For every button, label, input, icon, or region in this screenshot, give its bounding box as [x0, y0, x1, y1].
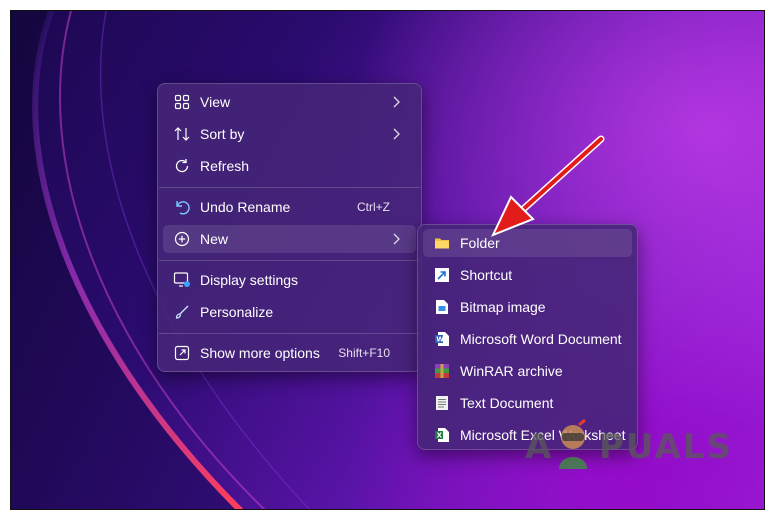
menu-item-label: New [200, 231, 229, 247]
menu-item-sort-by[interactable]: Sort by [163, 120, 416, 148]
shortcut-hint: Ctrl+Z [357, 200, 390, 214]
mascot-icon [559, 419, 587, 469]
shortcut-hint: Shift+F10 [338, 346, 390, 360]
menu-item-display-settings[interactable]: Display settings [163, 266, 416, 294]
submenu-item-word-document[interactable]: W Microsoft Word Document [423, 325, 632, 353]
menu-item-label: View [200, 94, 231, 110]
brush-icon [173, 303, 191, 321]
desktop-context-menu: View Sort by Refresh Undo Rename Ctrl+Z [157, 83, 422, 372]
menu-item-label: Personalize [200, 304, 274, 320]
winrar-icon [433, 362, 451, 380]
menu-item-label: Undo Rename [200, 199, 291, 215]
svg-text:X: X [437, 432, 443, 440]
shortcut-icon [433, 266, 451, 284]
menu-item-new[interactable]: New [163, 225, 416, 253]
watermark-text: PUALS [599, 427, 733, 467]
chevron-right-icon [393, 96, 400, 108]
bitmap-icon [433, 298, 451, 316]
menu-item-label: Show more options [200, 345, 320, 361]
menu-item-label: Refresh [200, 158, 250, 174]
word-icon: W [433, 330, 451, 348]
svg-text:W: W [436, 336, 444, 344]
submenu-item-label: WinRAR archive [460, 363, 563, 379]
view-grid-icon [173, 93, 191, 111]
submenu-item-shortcut[interactable]: Shortcut [423, 261, 632, 289]
refresh-icon [173, 157, 191, 175]
menu-item-show-more-options[interactable]: Show more options Shift+F10 [163, 339, 416, 367]
submenu-item-label: Microsoft Word Document [460, 331, 622, 347]
desktop-background[interactable]: View Sort by Refresh Undo Rename Ctrl+Z [10, 10, 765, 510]
display-settings-icon [173, 271, 191, 289]
menu-item-label: Display settings [200, 272, 299, 288]
chevron-right-icon [393, 128, 400, 140]
menu-separator [159, 260, 420, 261]
menu-item-undo-rename[interactable]: Undo Rename Ctrl+Z [163, 193, 416, 221]
submenu-item-winrar-archive[interactable]: WinRAR archive [423, 357, 632, 385]
menu-separator [159, 333, 420, 334]
undo-icon [173, 198, 191, 216]
submenu-item-bitmap-image[interactable]: Bitmap image [423, 293, 632, 321]
menu-item-personalize[interactable]: Personalize [163, 298, 416, 326]
chevron-right-icon [393, 233, 400, 245]
show-more-icon [173, 344, 191, 362]
submenu-item-label: Shortcut [460, 267, 513, 283]
menu-item-view[interactable]: View [163, 88, 416, 116]
menu-item-refresh[interactable]: Refresh [163, 152, 416, 180]
folder-icon [433, 234, 451, 252]
new-plus-icon [173, 230, 191, 248]
submenu-item-label: Text Document [460, 395, 554, 411]
watermark-letter: A [525, 427, 554, 467]
menu-separator [159, 187, 420, 188]
menu-item-label: Sort by [200, 126, 245, 142]
new-submenu: Folder Shortcut Bitmap image W Microsoft… [417, 224, 638, 450]
sort-icon [173, 125, 191, 143]
submenu-item-text-document[interactable]: Text Document [423, 389, 632, 417]
appuals-watermark: A PUALS [521, 419, 741, 469]
text-document-icon [433, 394, 451, 412]
excel-icon: X [433, 426, 451, 444]
submenu-item-label: Bitmap image [460, 299, 546, 315]
annotation-arrow-icon [491, 135, 605, 237]
